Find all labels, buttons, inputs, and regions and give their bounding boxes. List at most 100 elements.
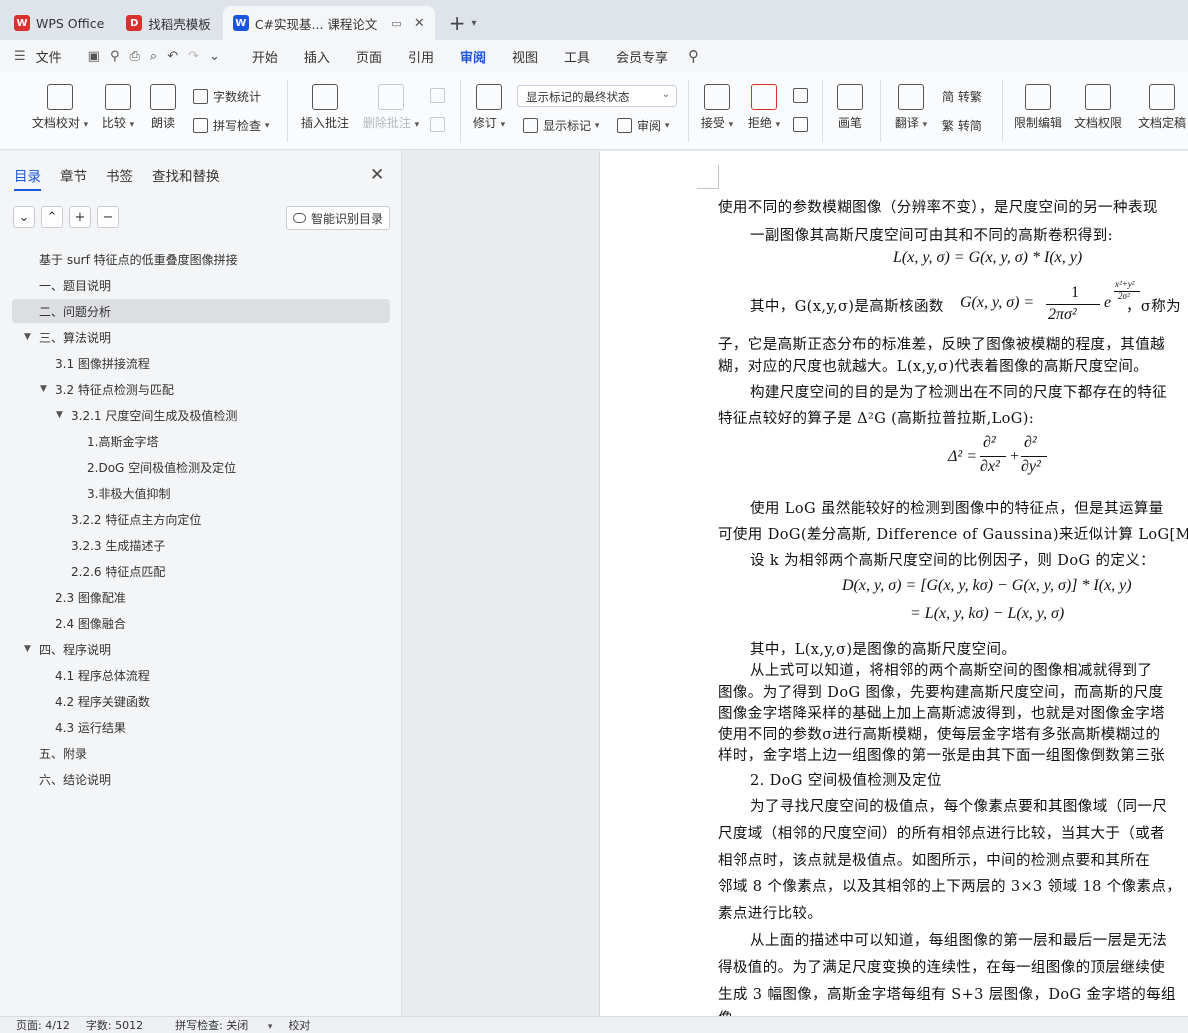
revise-button[interactable]: 修订 ▾ xyxy=(470,84,508,131)
word-count-indicator[interactable]: 字数: 5012 xyxy=(86,1017,143,1033)
tab-docer-templates[interactable]: D 找稻壳模板 xyxy=(116,6,221,40)
toc-item[interactable]: 2.DoG 空间极值检测及定位 xyxy=(12,455,390,479)
toc-item[interactable]: 2.2.6 特征点匹配 xyxy=(12,559,390,583)
toc-label: 3.1 图像拼接流程 xyxy=(55,356,150,371)
doc-permission-button[interactable]: 文档权限 xyxy=(1072,84,1124,131)
page-indicator[interactable]: 页面: 4/12 xyxy=(16,1017,70,1033)
toc-item[interactable]: 六、结论说明 xyxy=(12,767,390,791)
doc-check-button[interactable]: 文档校对 ▾ xyxy=(28,84,92,131)
toc-item[interactable]: 3.2.3 生成描述子 xyxy=(12,533,390,557)
menu-view[interactable]: 视图 xyxy=(506,43,544,70)
share-icon[interactable]: ⚲ xyxy=(110,49,120,64)
tab-find-replace[interactable]: 查找和替换 xyxy=(152,165,220,191)
toc-item[interactable]: ▼ 四、程序说明 xyxy=(12,637,390,661)
document-gutter xyxy=(403,151,599,1016)
new-tab-button[interactable]: + ▾ xyxy=(449,6,477,40)
collapse-button[interactable]: ⌄ xyxy=(13,206,35,228)
formula-gaussian-scale-space: L(x, y, σ) = G(x, y, σ) * I(x, y) xyxy=(893,249,1083,266)
menu-member[interactable]: 会员专享 xyxy=(610,43,674,70)
expand-arrow-icon[interactable]: ▼ xyxy=(24,644,31,654)
toc-label: 3.2.2 特征点主方向定位 xyxy=(71,512,202,527)
tab-chapters[interactable]: 章节 xyxy=(60,165,87,191)
toc-label: 四、程序说明 xyxy=(39,642,112,657)
doc-line: 设 k 为相邻两个高斯尺度空间的比例因子，则 DoG 的定义： xyxy=(750,553,1156,569)
undo-icon[interactable]: ↶ xyxy=(167,49,178,64)
compare-button[interactable]: 比较 ▾ xyxy=(98,84,138,131)
expand-arrow-icon[interactable]: ▼ xyxy=(24,332,31,342)
search-icon[interactable]: ⚲ xyxy=(688,47,699,65)
read-aloud-button[interactable]: 朗读 xyxy=(145,84,181,131)
spell-check-indicator[interactable]: 拼写检查: 关闭 ▾ xyxy=(159,1017,272,1033)
menu-references[interactable]: 引用 xyxy=(402,43,440,70)
next-change-icon xyxy=(793,117,808,132)
restore-window-icon[interactable]: ▭ xyxy=(391,17,401,30)
review-pane-button[interactable]: 审阅 ▾ xyxy=(617,117,669,134)
expand-up-button[interactable]: ⌃ xyxy=(41,206,63,228)
hamburger-menu-icon[interactable]: ☰ xyxy=(14,49,26,64)
toc-item[interactable]: ▼ 3.2 特征点检测与匹配 xyxy=(12,377,390,401)
spell-check-button[interactable]: 拼写检查 ▾ xyxy=(193,117,269,134)
doc-finalize-button[interactable]: 文档定稿 xyxy=(1132,84,1188,131)
toc-item[interactable]: 3.2.2 特征点主方向定位 xyxy=(12,507,390,531)
toc-item[interactable]: ▼ 三、算法说明 xyxy=(12,325,390,349)
reject-button[interactable]: 拒绝 ▾ xyxy=(745,84,783,131)
doc-line: 可使用 DoG(差分高斯, Difference of Gaussina)来近似… xyxy=(718,527,1188,543)
smart-toc-button[interactable]: 智能识别目录 xyxy=(286,206,390,230)
toc-item[interactable]: 五、附录 xyxy=(12,741,390,765)
toc-item[interactable]: 一、题目说明 xyxy=(12,273,390,297)
menu-tools[interactable]: 工具 xyxy=(558,43,596,70)
tab-wps-office[interactable]: W WPS Office xyxy=(4,6,114,40)
toc-item[interactable]: 基于 surf 特征点的低重叠度图像拼接 xyxy=(12,247,390,271)
proofread-indicator[interactable]: 校对 xyxy=(288,1017,310,1033)
add-heading-button[interactable]: + xyxy=(69,206,91,228)
print-preview-icon[interactable]: ⌕ xyxy=(150,49,157,64)
doc-line: 像。 xyxy=(718,1007,748,1016)
pen-button[interactable]: 画笔 xyxy=(832,84,868,131)
close-tab-icon[interactable]: ✕ xyxy=(414,16,425,31)
insert-comment-button[interactable]: 插入批注 xyxy=(298,84,352,131)
next-comment-button[interactable] xyxy=(430,117,450,132)
menu-start[interactable]: 开始 xyxy=(246,43,284,70)
formula-dog-result: = L(x, y, kσ) − L(x, y, σ) xyxy=(910,605,1065,622)
show-markup-button[interactable]: 显示标记 ▾ xyxy=(523,117,599,134)
expand-arrow-icon[interactable]: ▼ xyxy=(40,384,47,394)
prev-comment-button[interactable] xyxy=(430,88,450,103)
toc-item[interactable]: 4.3 运行结果 xyxy=(12,715,390,739)
toc-item[interactable]: 1.高斯金字塔 xyxy=(12,429,390,453)
menu-insert[interactable]: 插入 xyxy=(298,43,336,70)
markup-state-select[interactable]: 显示标记的最终状态 ⌄ xyxy=(517,85,677,107)
toc-item[interactable]: 2.3 图像配准 xyxy=(12,585,390,609)
delete-comment-button[interactable]: 删除批注 ▾ xyxy=(360,84,422,131)
expand-arrow-icon[interactable]: ▼ xyxy=(56,410,63,420)
restrict-edit-button[interactable]: 限制编辑 xyxy=(1012,84,1064,131)
toc-item[interactable]: 3.非极大值抑制 xyxy=(12,481,390,505)
toc-item-selected[interactable]: 二、问题分析 xyxy=(12,299,390,323)
print-icon[interactable]: ⎙ xyxy=(130,49,140,64)
toc-item[interactable]: ▼ 3.2.1 尺度空间生成及极值检测 xyxy=(12,403,390,427)
doc-line: 一副图像其高斯尺度空间可由其和不同的高斯卷积得到: xyxy=(750,228,1113,244)
save-icon[interactable]: ▣ xyxy=(88,49,100,64)
menu-review[interactable]: 审阅 xyxy=(454,43,492,75)
menu-page[interactable]: 页面 xyxy=(350,43,388,70)
toc-item[interactable]: 4.1 程序总体流程 xyxy=(12,663,390,687)
remove-heading-button[interactable]: − xyxy=(97,206,119,228)
prev-change-button[interactable] xyxy=(793,88,813,103)
file-menu[interactable]: 文件 xyxy=(36,43,68,70)
word-count-button[interactable]: 字数统计 xyxy=(193,88,261,105)
tab-current-document[interactable]: W C#实现基... 课程论文 ▭ ✕ xyxy=(222,6,435,40)
trad-to-simp-button[interactable]: 繁 转简 xyxy=(942,117,982,134)
accept-button[interactable]: 接受 ▾ xyxy=(698,84,736,131)
toc-item[interactable]: 4.2 程序关键函数 xyxy=(12,689,390,713)
tab-bookmarks[interactable]: 书签 xyxy=(106,165,133,191)
toc-label: 六、结论说明 xyxy=(39,772,112,787)
simp-to-trad-button[interactable]: 简 转繁 xyxy=(942,88,982,105)
redo-icon[interactable]: ↷ xyxy=(188,49,199,64)
toc-item[interactable]: 3.1 图像拼接流程 xyxy=(12,351,390,375)
quick-access-more-icon[interactable]: ⌄ xyxy=(209,49,220,64)
toc-item[interactable]: 2.4 图像融合 xyxy=(12,611,390,635)
close-icon[interactable]: ✕ xyxy=(370,165,384,185)
next-change-button[interactable] xyxy=(793,117,813,132)
translate-button[interactable]: 翻译 ▾ xyxy=(890,84,932,131)
tab-toc[interactable]: 目录 xyxy=(14,165,41,191)
plus-icon: + xyxy=(448,11,466,35)
